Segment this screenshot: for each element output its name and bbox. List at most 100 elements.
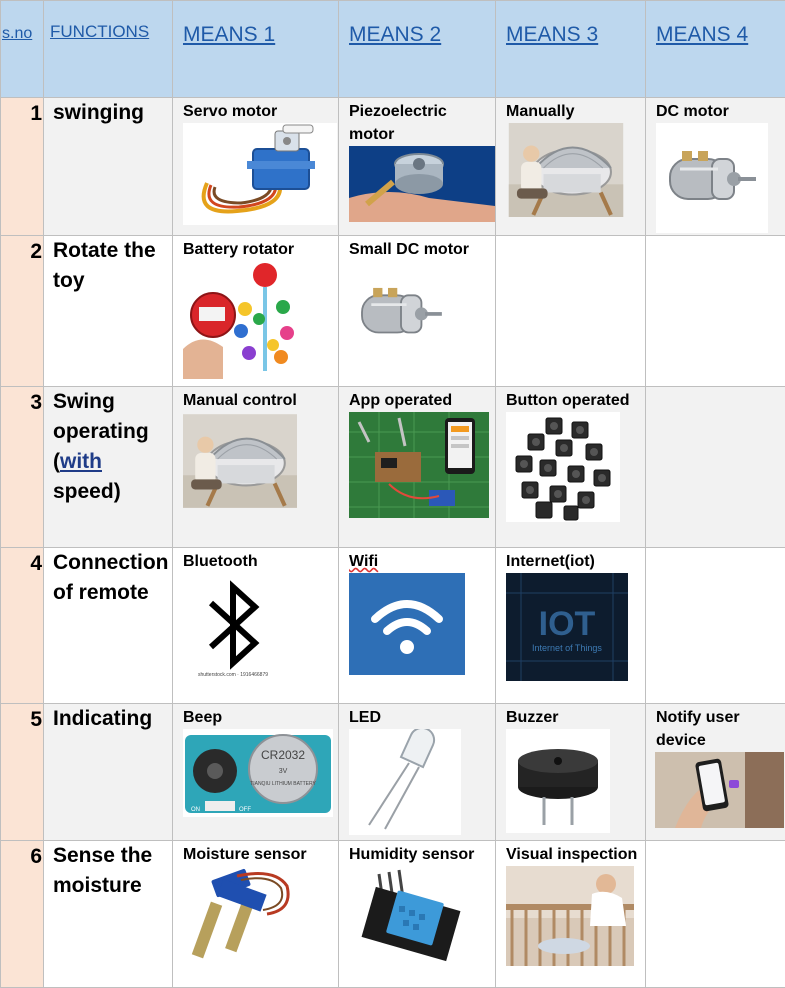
means-label: Visual inspection: [506, 846, 638, 863]
means-label: Internet(iot): [506, 553, 595, 570]
means-label: Manual control: [183, 392, 297, 409]
row-number-cell: 2: [0, 235, 44, 387]
means-cell: Humidity sensor: [338, 840, 496, 988]
means-label: Buzzer: [506, 709, 559, 726]
means-label: Battery rotator: [183, 241, 295, 258]
header-means-3: MEANS 3: [506, 23, 599, 46]
empty-cell: [495, 235, 646, 387]
means-label: Servo motor: [183, 103, 278, 120]
means-cell: Buzzer: [495, 703, 646, 841]
function-cell: swinging: [43, 97, 173, 236]
means-label: Humidity sensor: [349, 846, 475, 863]
row-number-cell: 4: [0, 547, 44, 704]
header-means-1: MEANS 1: [183, 23, 276, 46]
header-means-4-cell: MEANS 4: [645, 0, 785, 98]
function-label: Connection of remote: [53, 551, 169, 604]
cradle-icon: [183, 412, 297, 510]
battery-line2: TIANQIU LITHIUM BATTERY: [250, 781, 316, 787]
means-label: Manually: [506, 103, 575, 120]
function-label: Sense the moisture: [53, 844, 153, 897]
row-number-cell: 5: [0, 703, 44, 841]
row-number: 1: [30, 102, 42, 125]
table-row-1: 1 swinging Servo motor Piezoelectric mot: [0, 97, 785, 236]
means-cell: Manual control: [172, 386, 339, 548]
function-cell: Sense the moisture: [43, 840, 173, 988]
iot-icon: IOT Internet of Things: [506, 573, 628, 681]
row-number: 3: [30, 391, 42, 414]
iot-small-text: Internet of Things: [532, 643, 602, 653]
means-label: DC motor: [656, 103, 729, 120]
means-cell: DC motor: [645, 97, 785, 236]
row-number: 6: [30, 845, 42, 868]
means-label: Beep: [183, 709, 223, 726]
circuit-board-icon: [349, 412, 489, 518]
led-icon: [349, 729, 461, 835]
humidity-sensor-icon: [349, 866, 461, 962]
table-row-3: 3 Swing operating (with speed) Manual co…: [0, 386, 785, 548]
header-functions: FUNCTIONS: [50, 22, 150, 41]
function-label: Indicating: [53, 707, 153, 730]
buzzer-icon: [506, 729, 610, 833]
means-label: Notify user device: [656, 709, 740, 749]
bluetooth-caption: shutterstock.com · 1916466879: [198, 672, 268, 678]
empty-cell: [645, 840, 785, 988]
means-label: App operated: [349, 392, 453, 409]
beep-module-icon: CR2032 3V TIANQIU LITHIUM BATTERY ON OFF: [183, 729, 333, 817]
bluetooth-icon: shutterstock.com · 1916466879: [183, 573, 283, 679]
morphological-chart: s.no FUNCTIONS MEANS 1 MEANS 2 MEANS 3 M…: [0, 0, 785, 988]
header-functions-cell: FUNCTIONS: [43, 0, 173, 98]
row-number: 4: [30, 552, 42, 575]
header-sno: s.no: [2, 25, 33, 42]
means-cell: Manually: [495, 97, 646, 236]
row-number-cell: 1: [0, 97, 44, 236]
means-cell: Beep CR2032 3V TIANQIU LITHIUM BATTERY O…: [172, 703, 339, 841]
crib-icon: [506, 866, 634, 966]
means-cell: Bluetooth shutterstock.com · 1916466879: [172, 547, 339, 704]
table-row-5: 5 Indicating Beep CR2032 3V TIANQIU LITH…: [0, 703, 785, 841]
push-buttons-icon: [506, 412, 620, 522]
header-means-4: MEANS 4: [656, 23, 749, 46]
means-cell: Notify user device: [645, 703, 785, 841]
means-cell: Moisture sensor: [172, 840, 339, 988]
means-label: LED: [349, 709, 381, 726]
header-sno-cell: s.no: [0, 0, 44, 98]
header-means-3-cell: MEANS 3: [495, 0, 646, 98]
means-cell: Internet(iot) IOT Internet of Things: [495, 547, 646, 704]
function-cell: Rotate the toy: [43, 235, 173, 387]
means-label: Moisture sensor: [183, 846, 307, 863]
table-row-2: 2 Rotate the toy Battery rotator Small D…: [0, 235, 785, 387]
battery-volt: 3V: [279, 768, 288, 775]
means-cell: Battery rotator: [172, 235, 339, 387]
dc-motor-icon: [349, 261, 453, 365]
means-cell: Wifi: [338, 547, 496, 704]
means-cell: Small DC motor: [338, 235, 496, 387]
means-label: Button operated: [506, 392, 630, 409]
means-cell: Visual inspection: [495, 840, 646, 988]
function-label: Swing operating (with speed): [53, 390, 149, 503]
moisture-sensor-icon: [183, 866, 301, 960]
function-cell: Indicating: [43, 703, 173, 841]
means-cell: Button operated: [495, 386, 646, 548]
empty-cell: [645, 547, 785, 704]
row-number-cell: 3: [0, 386, 44, 548]
empty-cell: [645, 235, 785, 387]
row-number-cell: 6: [0, 840, 44, 988]
wifi-icon: [349, 573, 465, 675]
means-cell: Piezoelectric motor: [338, 97, 496, 236]
function-label: swinging: [53, 101, 144, 124]
row-number: 2: [30, 240, 42, 263]
means-cell: LED: [338, 703, 496, 841]
servo-motor-icon: [183, 123, 337, 225]
means-label: Wifi: [349, 553, 379, 570]
row-number: 5: [30, 708, 42, 731]
table-row-4: 4 Connection of remote Bluetooth shutter…: [0, 547, 785, 704]
switch-off-text: OFF: [239, 807, 251, 813]
means-cell: Servo motor: [172, 97, 339, 236]
means-label: Small DC motor: [349, 241, 470, 258]
header-means-1-cell: MEANS 1: [172, 0, 339, 98]
smartphone-icon: [655, 752, 784, 828]
iot-big-text: IOT: [539, 605, 596, 643]
function-cell: Connection of remote: [43, 547, 173, 704]
piezo-motor-icon: [349, 146, 495, 222]
header-row: s.no FUNCTIONS MEANS 1 MEANS 2 MEANS 3 M…: [0, 0, 785, 98]
